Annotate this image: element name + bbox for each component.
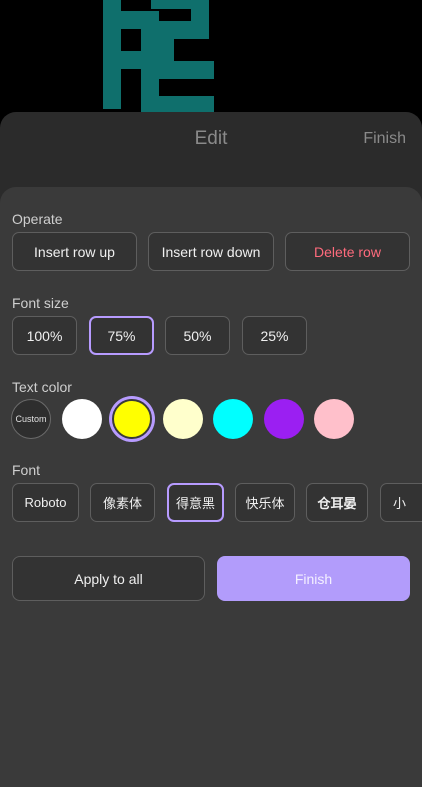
color-swatch-cyan[interactable] bbox=[213, 399, 253, 439]
custom-color-button[interactable]: Custom bbox=[11, 399, 51, 439]
font-option-canger[interactable]: 仓耳晏 bbox=[306, 483, 368, 522]
font-size-50[interactable]: 50% bbox=[165, 316, 230, 355]
font-size-75[interactable]: 75% bbox=[89, 316, 154, 355]
font-option-roboto[interactable]: Roboto bbox=[12, 483, 79, 522]
operate-label: Operate bbox=[12, 211, 63, 227]
font-size-25[interactable]: 25% bbox=[242, 316, 307, 355]
finish-button[interactable]: Finish bbox=[217, 556, 410, 601]
font-label: Font bbox=[12, 462, 41, 478]
insert-row-down-button[interactable]: Insert row down bbox=[148, 232, 274, 271]
font-option-kuaile[interactable]: 快乐体 bbox=[235, 483, 295, 522]
font-option-more[interactable]: 小 bbox=[380, 483, 422, 522]
apply-to-all-button[interactable]: Apply to all bbox=[12, 556, 205, 601]
font-option-deyihei[interactable]: 得意黑 bbox=[167, 483, 224, 522]
color-swatch-purple[interactable] bbox=[264, 399, 304, 439]
edit-title: Edit bbox=[194, 128, 228, 149]
background-art bbox=[0, 0, 422, 130]
font-size-label: Font size bbox=[12, 295, 69, 311]
style-panel: Operate Insert row up Insert row down De… bbox=[0, 187, 422, 787]
font-size-100[interactable]: 100% bbox=[12, 316, 77, 355]
color-swatch-white[interactable] bbox=[62, 399, 102, 439]
font-option-pixel[interactable]: 像素体 bbox=[90, 483, 155, 522]
edit-finish-button[interactable]: Finish bbox=[363, 130, 406, 148]
text-color-label: Text color bbox=[12, 379, 72, 395]
insert-row-up-button[interactable]: Insert row up bbox=[12, 232, 137, 271]
delete-row-button[interactable]: Delete row bbox=[285, 232, 410, 271]
color-swatch-cream[interactable] bbox=[163, 399, 203, 439]
edit-header: Edit Finish bbox=[0, 112, 422, 166]
color-swatch-pink[interactable] bbox=[314, 399, 354, 439]
color-swatch-yellow[interactable] bbox=[112, 399, 152, 439]
font-options-row: Roboto 像素体 得意黑 快乐体 仓耳晏 小 bbox=[12, 483, 422, 523]
